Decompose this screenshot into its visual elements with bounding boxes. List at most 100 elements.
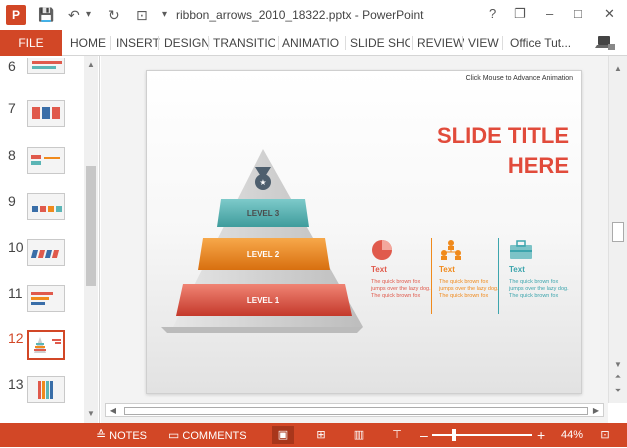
thumbnail-image[interactable] — [27, 239, 65, 266]
scroll-up-arrow-icon[interactable]: ▲ — [609, 64, 627, 78]
scrollbar-thumb[interactable] — [124, 407, 588, 415]
thumbnail-image-selected[interactable] — [27, 330, 65, 360]
level-1-label: LEVEL 1 — [246, 296, 280, 305]
tab-review[interactable]: REVIEW — [417, 30, 464, 56]
tab-divider — [345, 36, 346, 50]
thumbnail-image[interactable] — [27, 100, 65, 127]
scroll-down-arrow-icon[interactable]: ▼ — [84, 407, 98, 421]
org-chart-icon — [441, 240, 461, 260]
slide-sorter-view-button[interactable]: ⊞ — [310, 426, 332, 444]
zoom-level[interactable]: 44% — [561, 423, 583, 447]
slide-show-view-button[interactable]: ⊤ — [386, 426, 408, 444]
powerpoint-logo-icon: P — [6, 5, 26, 25]
next-slide-icon[interactable]: ⏷ — [609, 386, 627, 400]
slide-thumbnails-pane: 6 7 8 9 10 11 12 13 ▲ ▼ — [0, 56, 100, 423]
scroll-up-arrow-icon[interactable]: ▲ — [84, 58, 98, 72]
ribbon-tabs: FILE HOME INSERT DESIGN TRANSITIO ANIMAT… — [0, 30, 627, 56]
laptop-icon[interactable] — [594, 34, 616, 52]
scrollbar-thumb[interactable] — [612, 222, 624, 242]
tab-divider — [110, 36, 111, 50]
zoom-slider[interactable] — [432, 434, 532, 436]
thumbnail-number: 7 — [8, 100, 16, 116]
ribbon-display-options-button[interactable]: ❐ — [514, 6, 526, 22]
undo-button[interactable]: ↶ — [68, 6, 80, 24]
info-body: The quick brown fox jumps over the lazy … — [439, 279, 499, 299]
current-slide[interactable]: Click Mouse to Advance Animation SLIDE T… — [146, 70, 582, 394]
notes-button[interactable]: ≙ NOTES — [96, 423, 147, 447]
minimize-button[interactable]: – — [546, 6, 553, 21]
tab-divider — [462, 36, 463, 50]
medal-icon: ★ — [255, 167, 271, 190]
tab-animations[interactable]: ANIMATIO — [282, 30, 342, 56]
previous-slide-icon[interactable]: ⏶ — [609, 372, 627, 386]
thumbnail-number: 6 — [8, 58, 16, 74]
zoom-out-button[interactable]: – — [420, 423, 428, 447]
comment-icon: ▭ — [168, 428, 180, 442]
info-heading: Text — [439, 265, 455, 274]
normal-view-button[interactable]: ▣ — [272, 426, 294, 444]
help-button[interactable]: ? — [489, 6, 496, 21]
tab-divider — [158, 36, 159, 50]
thumbnail-number: 12 — [8, 330, 24, 346]
info-heading: Text — [371, 265, 387, 274]
scrollbar-track[interactable]: ◀ ▶ — [105, 403, 604, 417]
level-2-label: LEVEL 2 — [246, 250, 280, 259]
thumbnail-number: 8 — [8, 147, 16, 163]
thumbnail-image[interactable] — [27, 147, 65, 174]
save-button[interactable]: 💾 — [38, 6, 54, 24]
tab-slide-show[interactable]: SLIDE SHO — [350, 30, 410, 56]
tab-transitions[interactable]: TRANSITIO — [213, 30, 275, 56]
thumbnail-image[interactable] — [27, 193, 65, 220]
scroll-left-arrow-icon[interactable]: ◀ — [106, 404, 120, 418]
thumbnails-scrollbar[interactable]: ▲ ▼ — [84, 56, 98, 423]
start-presentation-button[interactable]: ⊡ — [136, 6, 148, 24]
tab-divider — [208, 36, 209, 50]
close-button[interactable]: ✕ — [604, 6, 615, 22]
column-divider — [498, 238, 499, 314]
maximize-button[interactable]: □ — [574, 6, 582, 21]
scroll-right-arrow-icon[interactable]: ▶ — [589, 404, 603, 418]
thumbnail-number: 13 — [8, 376, 24, 392]
notes-icon: ≙ — [96, 428, 107, 442]
reading-view-button[interactable]: ▥ — [348, 426, 370, 444]
slide-editing-area: Click Mouse to Advance Animation SLIDE T… — [101, 56, 608, 403]
pie-chart-icon — [372, 240, 392, 260]
slide-vertical-scrollbar[interactable]: ▲ ▼ ⏶ ⏷ — [608, 56, 627, 403]
pyramid-base — [161, 327, 363, 333]
file-tab[interactable]: FILE — [0, 30, 62, 56]
tab-divider — [412, 36, 413, 50]
account-name[interactable]: Office Tut... — [510, 30, 582, 56]
info-body: The quick brown fox jumps over the lazy … — [371, 279, 431, 299]
fit-slide-button[interactable]: ⊡ — [594, 426, 616, 444]
thumbnail-number: 9 — [8, 193, 16, 209]
pyramid-diagram[interactable]: ★ — [147, 71, 582, 394]
redo-button[interactable]: ↻ — [108, 6, 120, 24]
svg-text:★: ★ — [259, 178, 266, 187]
tab-divider — [502, 36, 503, 50]
tab-home[interactable]: HOME — [70, 30, 106, 56]
tab-design[interactable]: DESIGN — [164, 30, 210, 56]
info-heading: Text — [509, 265, 525, 274]
zoom-slider-thumb[interactable] — [452, 429, 456, 441]
scrollbar-thumb[interactable] — [86, 166, 96, 286]
zoom-in-button[interactable]: + — [537, 423, 545, 447]
briefcase-icon — [510, 240, 532, 259]
comments-button[interactable]: ▭ COMMENTS — [168, 423, 247, 447]
tab-divider — [278, 36, 279, 50]
tab-view[interactable]: VIEW — [468, 30, 499, 56]
customize-qat-button[interactable]: ▾ — [162, 6, 167, 24]
window-title: ribbon_arrows_2010_18322.pptx - PowerPoi… — [176, 8, 424, 22]
thumbnail-image[interactable] — [27, 285, 65, 312]
tab-insert[interactable]: INSERT — [116, 30, 160, 56]
info-body: The quick brown fox jumps over the lazy … — [509, 279, 569, 299]
level-3-label: LEVEL 3 — [246, 209, 280, 218]
thumbnail-image[interactable] — [27, 376, 65, 403]
thumbnail-number: 10 — [8, 239, 24, 255]
undo-dropdown-button[interactable]: ▾ — [86, 6, 91, 24]
thumbnail-image[interactable] — [27, 58, 65, 74]
thumbnail-number: 11 — [8, 285, 23, 301]
slide-horizontal-scrollbar[interactable]: ◀ ▶ — [101, 403, 608, 423]
column-divider — [431, 238, 432, 314]
title-bar: P 💾 ↶ ▾ ↻ ⊡ ▾ ribbon_arrows_2010_18322.p… — [0, 0, 627, 30]
status-bar: ≙ NOTES ▭ COMMENTS ▣ ⊞ ▥ ⊤ – + 44% ⊡ — [0, 423, 627, 447]
